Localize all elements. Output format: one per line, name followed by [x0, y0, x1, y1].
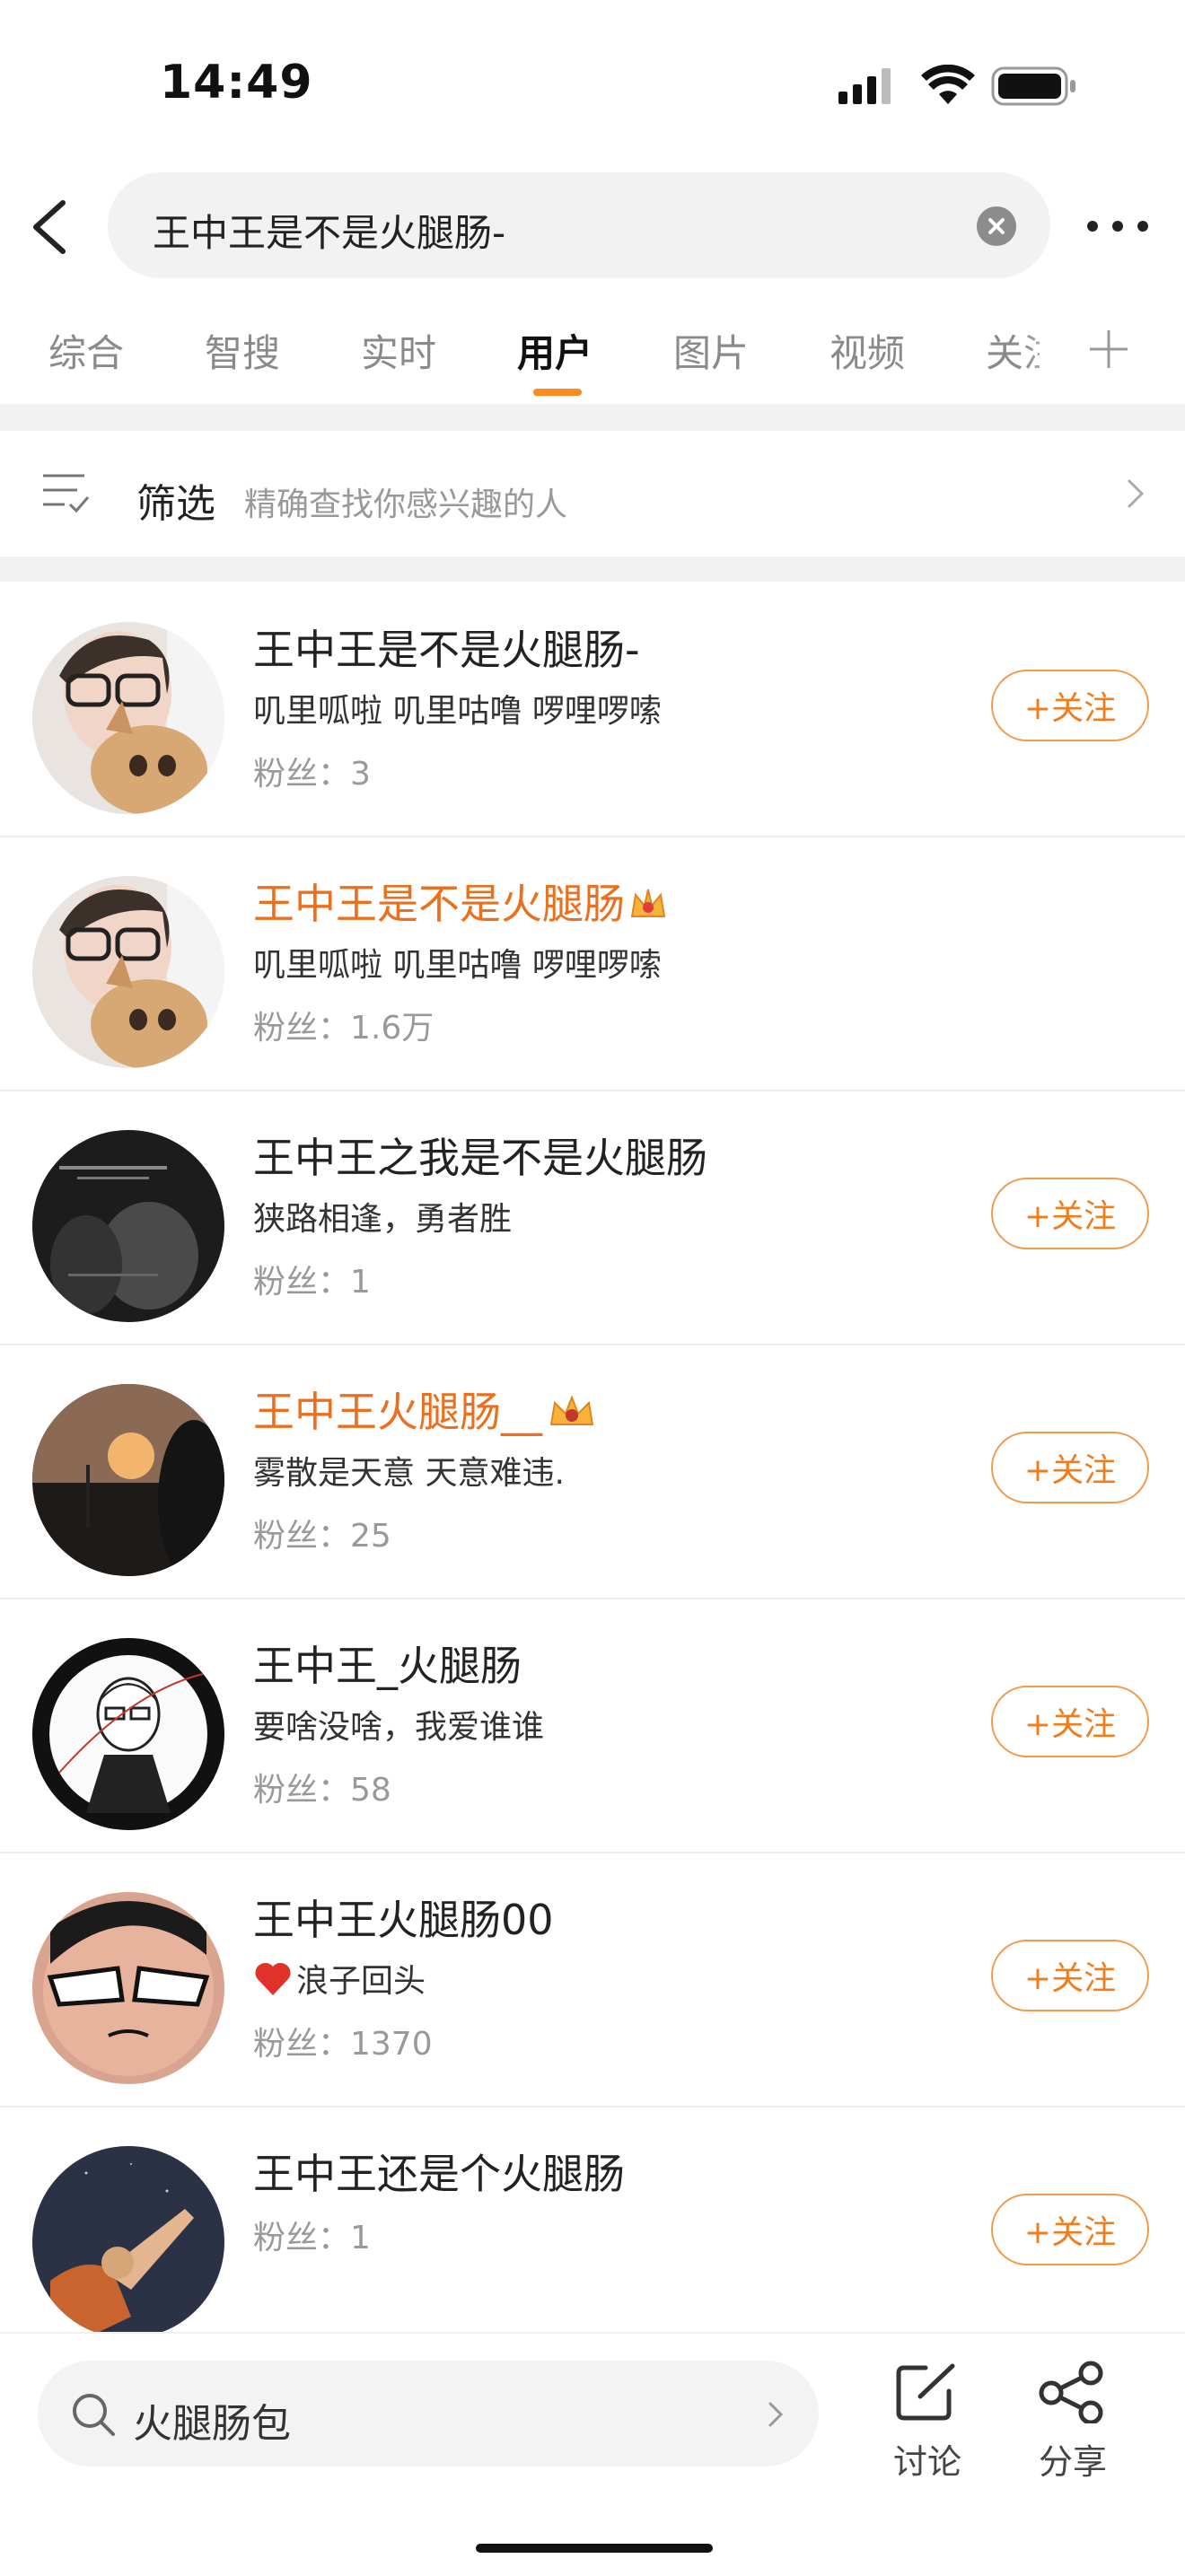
- user-row[interactable]: 王中王火腿肠00 浪子回头 粉丝：1370 +关注: [0, 1852, 1185, 2107]
- share-label: 分享: [1038, 2442, 1107, 2482]
- user-row[interactable]: 王中王是不是火腿肠- 叽里呱啦 叽里咕噜 啰哩啰嗦 粉丝：3 +关注: [0, 582, 1185, 837]
- follow-button[interactable]: +关注: [991, 670, 1149, 741]
- tab-fade: [1023, 305, 1077, 395]
- chevron-right-icon: [1122, 476, 1149, 512]
- user-name[interactable]: 王中王是不是火腿肠: [253, 872, 668, 932]
- edit-icon: [896, 2363, 955, 2421]
- vip-crown-icon: [546, 1391, 598, 1440]
- add-tab-button[interactable]: [1086, 318, 1131, 393]
- user-name[interactable]: 王中王还是个火腿肠: [253, 2142, 625, 2201]
- vip-crown-icon: [628, 883, 668, 932]
- follow-button[interactable]: +关注: [991, 1940, 1149, 2011]
- active-tab-indicator: [533, 389, 582, 396]
- home-indicator: [476, 2544, 713, 2553]
- status-time: 14:49: [160, 56, 313, 110]
- signal-icon: [838, 68, 898, 108]
- filter-row[interactable]: 筛选 精确查找你感兴趣的人: [0, 431, 1185, 556]
- more-button[interactable]: [1082, 208, 1154, 244]
- user-fans: 粉丝：1: [253, 2220, 371, 2256]
- share-button[interactable]: 分享: [1023, 2361, 1122, 2484]
- share-icon: [1039, 2361, 1103, 2425]
- user-fans: 粉丝：25: [253, 1518, 391, 1555]
- filter-description: 精确查找你感兴趣的人: [244, 486, 568, 523]
- user-description: 浪子回头: [253, 1955, 426, 2005]
- user-description: 叽里呱啦 叽里咕噜 啰哩啰嗦: [253, 693, 662, 730]
- heart-icon: [253, 1961, 293, 2005]
- user-name[interactable]: 王中王_火腿肠: [253, 1634, 522, 1693]
- user-name[interactable]: 王中王火腿肠00: [253, 1888, 554, 1947]
- avatar[interactable]: [32, 1130, 224, 1322]
- bottom-bar: 火腿肠包 讨论 分享: [0, 2332, 1185, 2576]
- related-search-bar[interactable]: 火腿肠包: [38, 2361, 819, 2466]
- more-dots-icon: [1087, 221, 1148, 232]
- avatar[interactable]: [32, 1892, 224, 2084]
- search-tabs: 综合 智搜 实时 用户 图片 视频 关注: [0, 305, 1185, 396]
- user-fans: 粉丝：3: [253, 756, 371, 793]
- user-description: 狭路相逢，勇者胜: [253, 1201, 513, 1238]
- avatar[interactable]: [32, 1638, 224, 1830]
- user-row[interactable]: 王中王火腿肠__ 雾散是天意 天意难违. 粉丝：25 +关注: [0, 1344, 1185, 1599]
- wifi-icon: [921, 64, 975, 110]
- follow-button[interactable]: +关注: [991, 1686, 1149, 1757]
- tab-images[interactable]: 图片: [673, 323, 749, 378]
- divider: [0, 556, 1185, 582]
- discuss-button[interactable]: 讨论: [878, 2361, 977, 2484]
- discuss-label: 讨论: [892, 2442, 961, 2482]
- tab-all[interactable]: 综合: [48, 323, 124, 378]
- user-fans: 粉丝：1: [253, 1264, 371, 1301]
- divider: [0, 404, 1185, 431]
- follow-button[interactable]: +关注: [991, 1178, 1149, 1249]
- follow-button[interactable]: +关注: [991, 1432, 1149, 1503]
- plus-icon: [1090, 330, 1128, 368]
- user-row[interactable]: 王中王还是个火腿肠 粉丝：1 +关注: [0, 2106, 1185, 2360]
- user-name[interactable]: 王中王之我是不是火腿肠: [253, 1126, 707, 1185]
- avatar[interactable]: [32, 2146, 224, 2338]
- avatar[interactable]: [32, 622, 224, 814]
- search-query-text: 王中王是不是火腿肠-: [153, 211, 506, 255]
- user-fans: 粉丝：1370: [253, 2026, 433, 2063]
- user-fans: 粉丝：58: [253, 1772, 391, 1809]
- close-icon: [988, 218, 1005, 234]
- user-description: 雾散是天意 天意难违.: [253, 1455, 565, 1492]
- user-fans: 粉丝：1.6万: [253, 1010, 434, 1047]
- follow-button[interactable]: +关注: [991, 2194, 1149, 2265]
- tab-users[interactable]: 用户: [517, 323, 592, 378]
- user-description: 要啥没啥，我爱谁谁: [253, 1709, 545, 1746]
- tab-smart-search[interactable]: 智搜: [205, 323, 280, 378]
- user-row[interactable]: 王中王_火腿肠 要啥没啥，我爱谁谁 粉丝：58 +关注: [0, 1598, 1185, 1853]
- filter-title: 筛选: [136, 481, 215, 527]
- battery-icon: [991, 66, 1077, 110]
- search-input[interactable]: 王中王是不是火腿肠-: [108, 172, 1050, 278]
- chevron-right-icon: [765, 2398, 786, 2434]
- user-name[interactable]: 王中王火腿肠__: [253, 1380, 598, 1440]
- filter-icon: [41, 470, 92, 521]
- user-description: 叽里呱啦 叽里咕噜 啰哩啰嗦: [253, 947, 662, 984]
- tab-realtime[interactable]: 实时: [361, 323, 436, 378]
- user-row[interactable]: 王中王之我是不是火腿肠 狭路相逢，勇者胜 粉丝：1 +关注: [0, 1090, 1185, 1345]
- search-icon: [70, 2391, 117, 2441]
- avatar[interactable]: [32, 1384, 224, 1576]
- related-search-text: 火腿肠包: [133, 2401, 291, 2447]
- chevron-left-icon: [33, 200, 66, 254]
- clear-search-button[interactable]: [977, 206, 1016, 246]
- tab-videos[interactable]: 视频: [830, 323, 905, 378]
- user-row[interactable]: 王中王是不是火腿肠 叽里呱啦 叽里咕噜 啰哩啰嗦 粉丝：1.6万: [0, 836, 1185, 1091]
- user-name[interactable]: 王中王是不是火腿肠-: [253, 618, 640, 677]
- back-button[interactable]: [25, 196, 79, 258]
- avatar[interactable]: [32, 876, 224, 1068]
